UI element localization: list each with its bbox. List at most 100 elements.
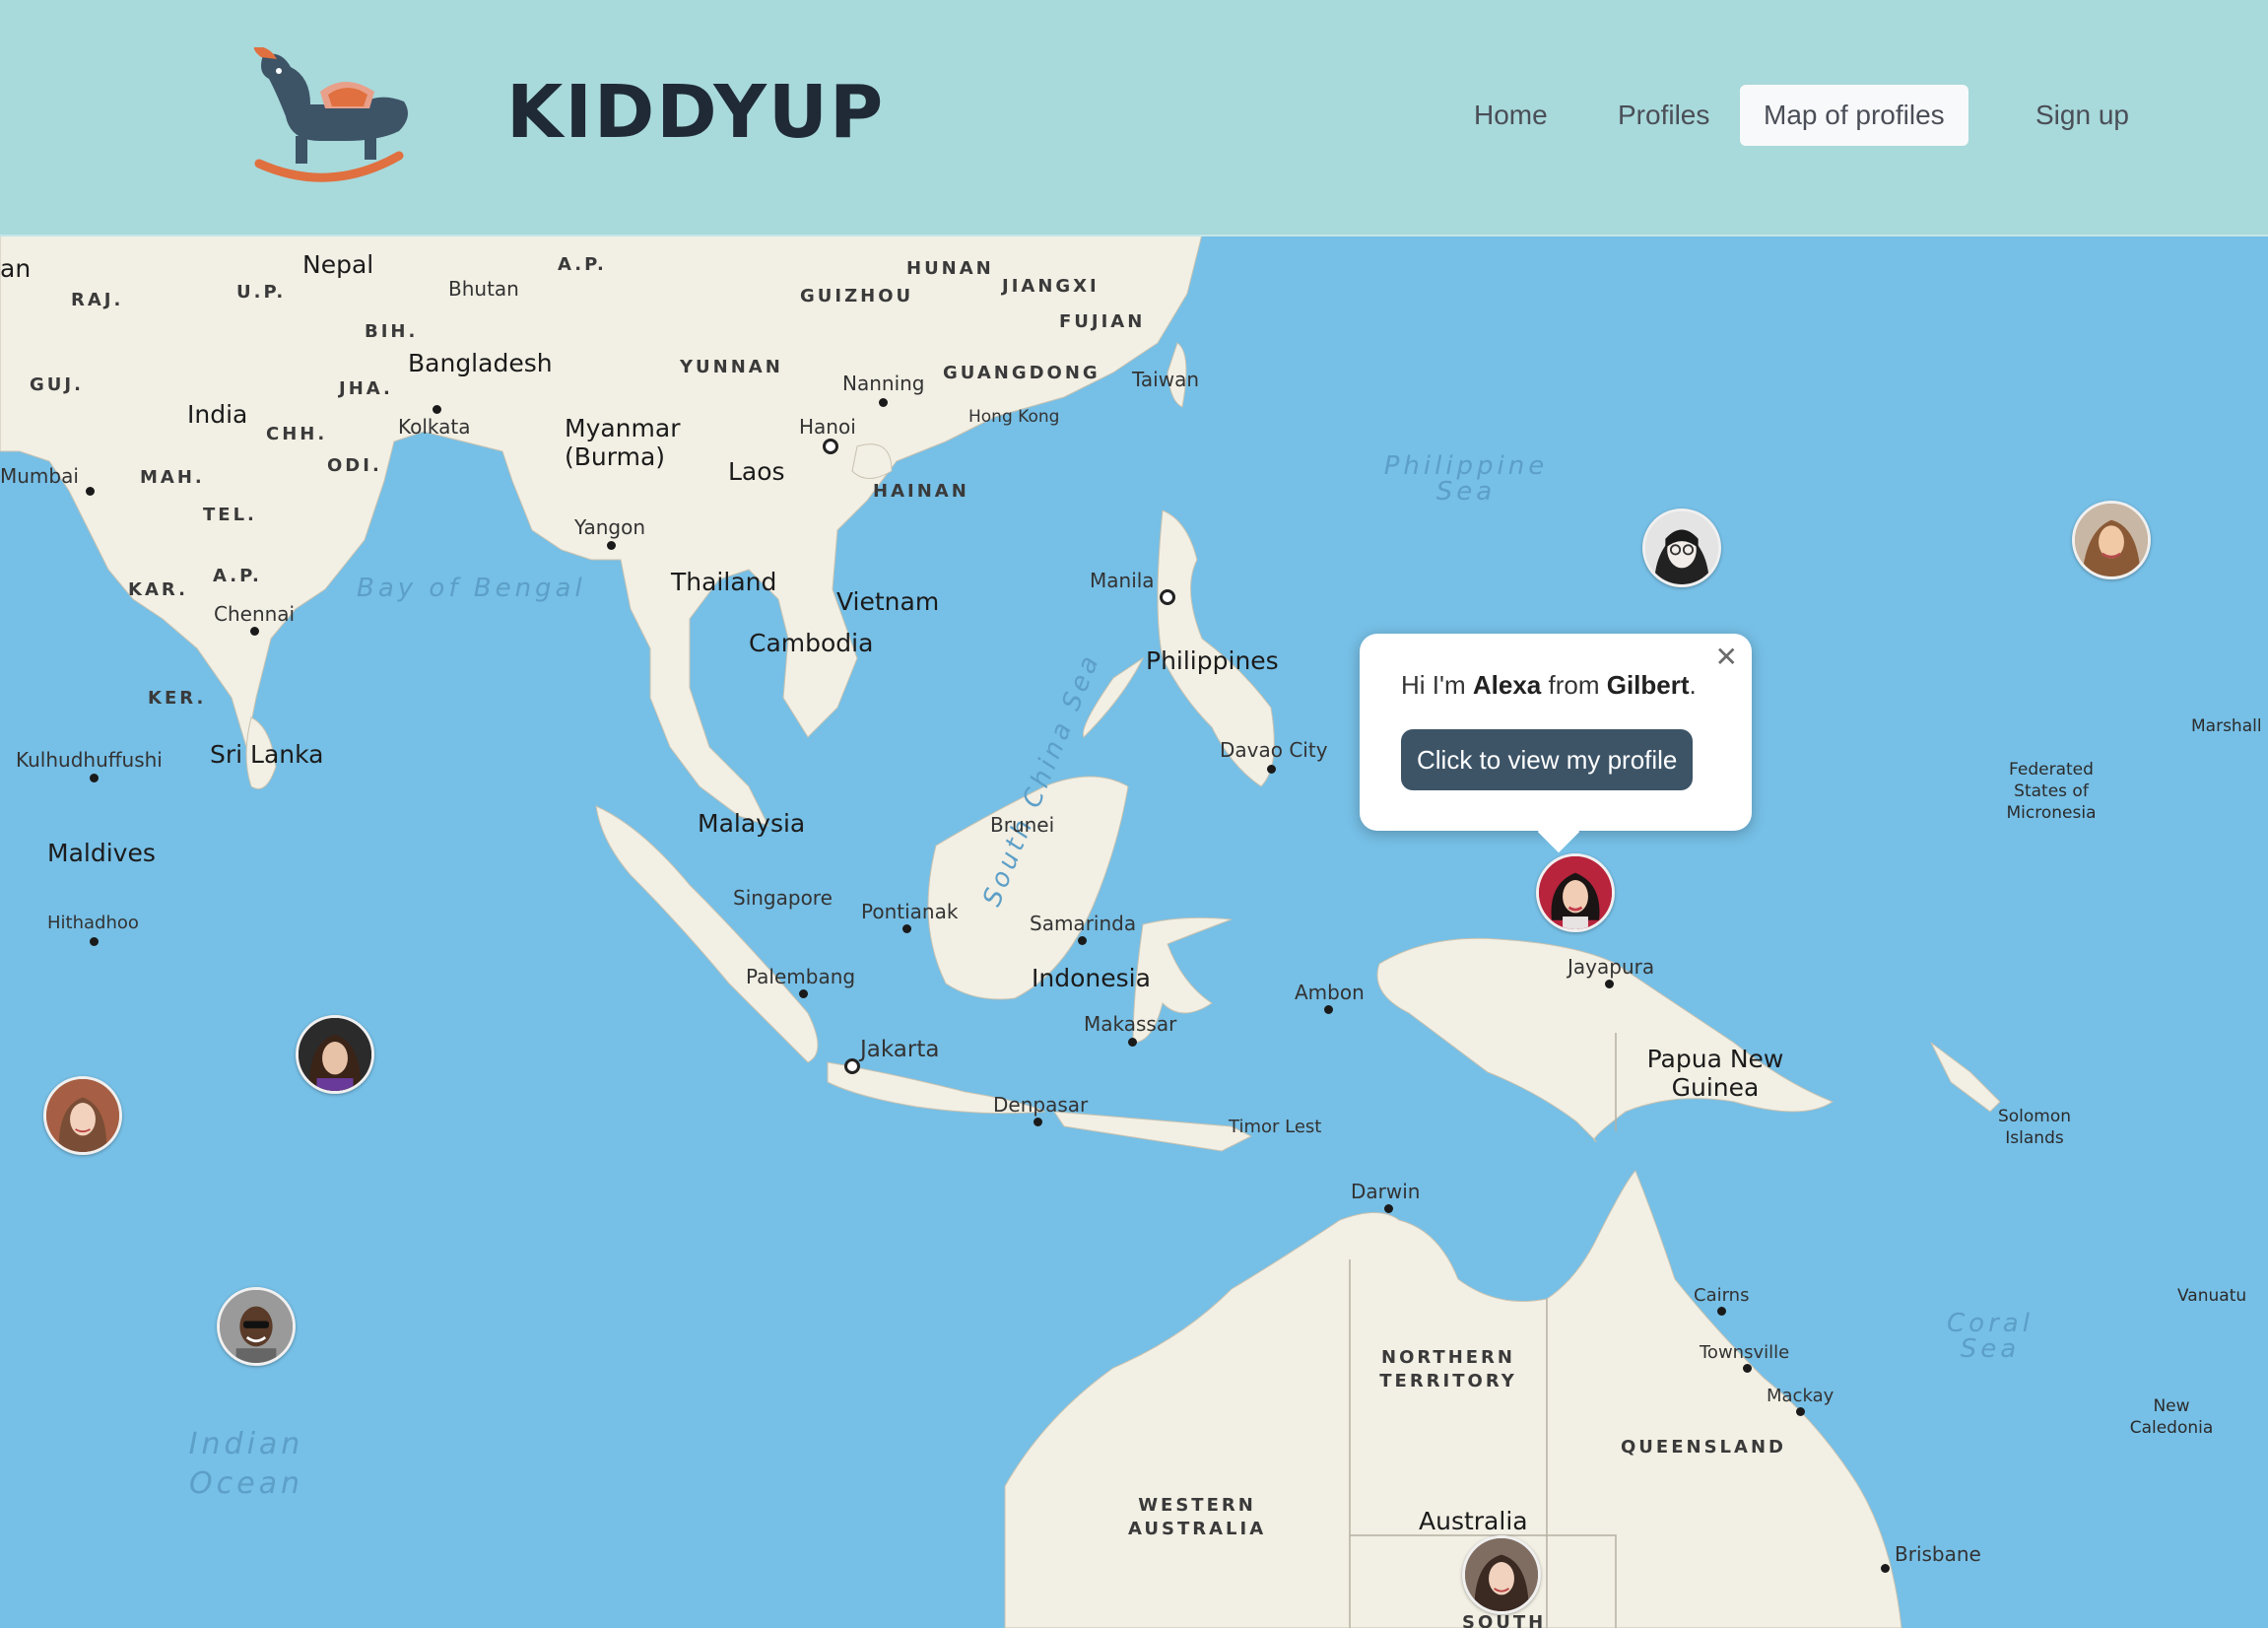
label-state-jiangxi: JIANGXI xyxy=(1002,276,1100,297)
label-vietnam: Vietnam xyxy=(836,587,940,616)
label-state-kar: KAR. xyxy=(128,579,188,600)
label-bangladesh: Bangladesh xyxy=(408,349,553,377)
label-laos: Laos xyxy=(728,457,785,486)
label-city-hithadhoo: Hithadhoo xyxy=(47,913,139,933)
label-vanuatu: Vanuatu xyxy=(2177,1286,2247,1306)
label-city-makassar: Makassar xyxy=(1084,1012,1177,1036)
dot-davao xyxy=(1267,765,1276,774)
label-bhutan: Bhutan xyxy=(448,277,519,301)
dot-hithadhoo xyxy=(90,937,99,946)
dot-jakarta xyxy=(844,1058,860,1074)
dot-makassar xyxy=(1128,1038,1137,1047)
label-city-nanning: Nanning xyxy=(842,372,925,395)
label-city-jayapura: Jayapura xyxy=(1568,955,1655,979)
dot-yangon xyxy=(607,541,616,550)
dot-nanning xyxy=(879,398,888,407)
dot-brisbane xyxy=(1881,1564,1890,1573)
label-malaysia: Malaysia xyxy=(698,809,806,838)
main-nav: Home Profiles Map of profiles Sign up xyxy=(1450,85,2140,146)
nav-map-of-profiles[interactable]: Map of profiles xyxy=(1740,85,1968,146)
view-profile-button[interactable]: Click to view my profile xyxy=(1401,729,1694,790)
label-sea-bay-of-bengal: Bay of Bengal xyxy=(357,574,586,603)
label-sea-indian-ocean: Indian Ocean xyxy=(188,1427,304,1501)
profile-avatar-australia[interactable] xyxy=(1462,1535,1541,1614)
dot-mackay xyxy=(1796,1407,1805,1416)
label-city-jakarta: Jakarta xyxy=(860,1037,940,1062)
label-city-cairns: Cairns xyxy=(1694,1285,1750,1306)
label-sri-lanka: Sri Lanka xyxy=(210,740,324,769)
label-state-chh: CHH. xyxy=(266,424,328,444)
nav-profiles[interactable]: Profiles xyxy=(1594,85,1733,146)
dot-palembang xyxy=(799,989,808,998)
popup-from: from xyxy=(1548,670,1600,700)
label-thailand: Thailand xyxy=(671,568,777,596)
label-city-denpasar: Denpasar xyxy=(993,1093,1089,1117)
label-brunei: Brunei xyxy=(990,813,1055,837)
profile-avatar-indian-ocean-1[interactable] xyxy=(296,1015,374,1094)
label-state-raj: RAJ. xyxy=(71,290,124,310)
popup-greeting: Hi I'm xyxy=(1401,670,1466,700)
nav-home[interactable]: Home xyxy=(1450,85,1571,146)
label-singapore: Singapore xyxy=(733,886,833,910)
label-state-ker: KER. xyxy=(148,688,207,709)
label-india: India xyxy=(187,400,248,429)
label-papua-new-guinea: Papua New Guinea xyxy=(1646,1045,1784,1102)
label-indonesia: Indonesia xyxy=(1032,964,1151,992)
dot-cairns xyxy=(1717,1307,1726,1316)
label-city-mumbai: Mumbai xyxy=(0,464,79,488)
label-city-darwin: Darwin xyxy=(1351,1180,1421,1203)
label-philippines: Philippines xyxy=(1146,646,1279,675)
popup-period: . xyxy=(1689,670,1697,700)
label-state-fujian: FUJIAN xyxy=(1059,311,1146,332)
rocking-horse-icon[interactable] xyxy=(251,45,424,185)
label-city-kolkata: Kolkata xyxy=(398,415,471,439)
profile-popup: ✕ Hi I'm Alexa from Gilbert. Click to vi… xyxy=(1360,634,1752,853)
dot-manila xyxy=(1160,589,1175,605)
label-state-up: U.P. xyxy=(236,282,287,303)
profile-avatar-philippine-sea[interactable] xyxy=(1642,509,1721,587)
label-state-guj: GUJ. xyxy=(30,374,84,395)
dot-jayapura xyxy=(1605,980,1614,988)
dot-hanoi xyxy=(823,439,838,454)
profile-avatar-pacific[interactable] xyxy=(2072,501,2151,579)
dot-kulhudhuffushi xyxy=(90,774,99,782)
label-marshall-islands: Marshall Islands xyxy=(2191,716,2268,736)
label-state-ap-south: A.P. xyxy=(213,566,262,586)
label-city-pontianak: Pontianak xyxy=(861,900,959,923)
label-state-hunan: HUNAN xyxy=(906,258,994,279)
label-new-caledonia: New Caledonia xyxy=(2129,1396,2214,1438)
profile-avatar-alexa[interactable] xyxy=(1536,853,1615,932)
dot-mumbai xyxy=(86,487,95,496)
label-city-townsville: Townsville xyxy=(1700,1342,1790,1363)
label-state-tel: TEL. xyxy=(203,505,257,525)
popup-name: Alexa xyxy=(1472,670,1542,700)
dot-ambon xyxy=(1324,1005,1333,1014)
label-taiwan: Taiwan xyxy=(1132,368,1200,391)
dot-samarinda xyxy=(1078,936,1087,945)
label-timor: Timor Lest xyxy=(1229,1117,1322,1137)
popup-message: Hi I'm Alexa from Gilbert. xyxy=(1401,670,1697,701)
close-icon[interactable]: ✕ xyxy=(1715,640,1738,675)
label-state-odi: ODI. xyxy=(327,455,382,476)
dot-darwin xyxy=(1384,1204,1393,1213)
dot-denpasar xyxy=(1034,1118,1042,1126)
label-sea-coral: Coral Sea xyxy=(1947,1309,2034,1364)
label-city-hong-kong: Hong Kong xyxy=(968,407,1060,427)
site-header: KIDDYUP Home Profiles Map of profiles Si… xyxy=(0,0,2268,237)
label-city-kulhudhuffushi: Kulhudhuffushi xyxy=(16,748,163,772)
profile-avatar-indian-ocean-3[interactable] xyxy=(217,1287,296,1366)
label-edge-fragment: an xyxy=(0,254,32,283)
label-city-yangon: Yangon xyxy=(574,515,646,539)
label-state-queensland: QUEENSLAND xyxy=(1621,1437,1786,1458)
nav-sign-up[interactable]: Sign up xyxy=(2012,85,2153,146)
label-cambodia: Cambodia xyxy=(749,629,874,657)
label-solomon-islands: Solomon Islands xyxy=(1997,1107,2072,1148)
profile-avatar-indian-ocean-2[interactable] xyxy=(43,1076,122,1155)
brand-name[interactable]: KIDDYUP xyxy=(506,65,885,160)
label-micronesia: Federated States of Micronesia xyxy=(2006,760,2097,823)
label-nepal: Nepal xyxy=(302,250,374,279)
label-state-ap-north: A.P. xyxy=(558,254,607,275)
label-city-hanoi: Hanoi xyxy=(799,415,856,439)
label-city-mackay: Mackay xyxy=(1767,1386,1834,1406)
profiles-map[interactable]: Bay of Bengal South China Sea Philippine… xyxy=(0,235,2268,1628)
